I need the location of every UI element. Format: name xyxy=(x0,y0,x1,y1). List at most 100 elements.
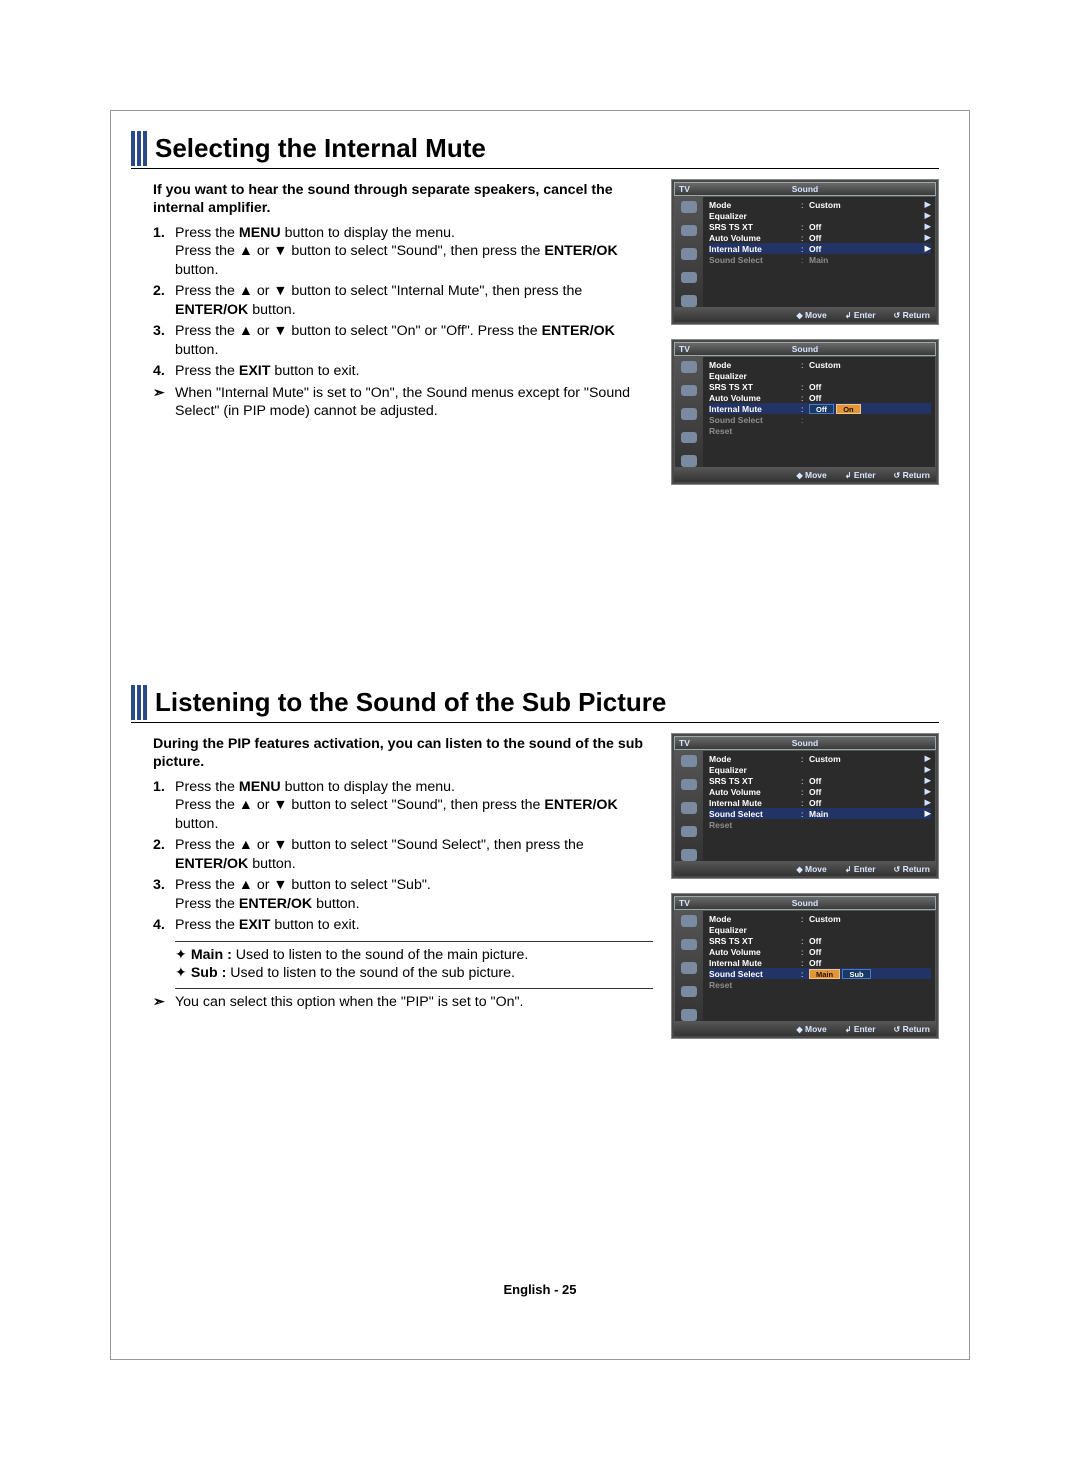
osd-hint-move: ◆ Move xyxy=(797,470,827,480)
osd-row[interactable]: SRS TS XT : Off ▶ xyxy=(709,221,931,232)
step-1: Press the MENU button to display the men… xyxy=(175,224,653,279)
instruction-text: During the PIP features activation, you … xyxy=(131,733,653,1039)
osd-row[interactable]: Mode : Custom xyxy=(709,913,931,924)
heading-accent-bars xyxy=(131,685,147,722)
heading-title: Selecting the Internal Mute xyxy=(155,131,486,168)
note: ➣ You can select this option when the "P… xyxy=(153,993,653,1011)
step-4: Press the EXIT button to exit. xyxy=(175,916,653,934)
osd-titlebar: TV Sound xyxy=(674,736,936,750)
input-icon[interactable] xyxy=(681,849,697,861)
intro-text: During the PIP features activation, you … xyxy=(153,735,653,772)
osd-row[interactable]: Sound Select : Main ▶ xyxy=(709,808,931,819)
main-definition: ✦ Main : Used to listen to the sound of … xyxy=(175,946,653,964)
manual-page: Selecting the Internal Mute If you want … xyxy=(110,110,970,1360)
osd-row[interactable]: Internal Mute : Off ▶ xyxy=(709,243,931,254)
osd-row[interactable]: Internal Mute : Off On xyxy=(709,403,931,414)
osd-hint-move: ◆ Move xyxy=(797,310,827,320)
sound-icon[interactable] xyxy=(681,939,697,951)
osd-tv-label: TV xyxy=(675,738,713,748)
sound-icon[interactable] xyxy=(681,225,697,237)
osd-row[interactable]: Mode : Custom xyxy=(709,359,931,370)
osd-title: Sound xyxy=(713,898,897,908)
channel-icon[interactable] xyxy=(681,962,697,974)
channel-icon[interactable] xyxy=(681,248,697,260)
osd-footer: ◆ Move ↲ Enter ↺ Return xyxy=(674,1022,936,1036)
osd-hint-enter: ↲ Enter xyxy=(845,470,876,480)
osd-titlebar: TV Sound xyxy=(674,342,936,356)
osd-menu-1: TV Sound Mode : Custom ▶ Equalizer ▶ SRS… xyxy=(671,179,939,325)
picture-icon[interactable] xyxy=(681,201,697,213)
osd-row[interactable]: Auto Volume : Off ▶ xyxy=(709,786,931,797)
input-icon[interactable] xyxy=(681,1009,697,1021)
setup-icon[interactable] xyxy=(681,986,697,998)
channel-icon[interactable] xyxy=(681,408,697,420)
osd-option[interactable]: On xyxy=(836,404,860,414)
osd-row-dim: Reset xyxy=(709,819,931,830)
channel-icon[interactable] xyxy=(681,802,697,814)
osd-row[interactable]: Auto Volume : Off xyxy=(709,392,931,403)
instruction-text: If you want to hear the sound through se… xyxy=(131,179,653,485)
note-arrow-icon: ➣ xyxy=(153,384,175,421)
sound-icon[interactable] xyxy=(681,779,697,791)
input-icon[interactable] xyxy=(681,295,697,307)
step-3: Press the ▲ or ▼ button to select "Sub".… xyxy=(175,876,653,913)
osd-titlebar: TV Sound xyxy=(674,896,936,910)
osd-row[interactable]: Internal Mute : Off ▶ xyxy=(709,797,931,808)
osd-row[interactable]: Mode : Custom ▶ xyxy=(709,753,931,764)
osd-row[interactable]: Sound Select : Main Sub xyxy=(709,968,931,979)
osd-row[interactable]: Equalizer ▶ xyxy=(709,210,931,221)
step-3: Press the ▲ or ▼ button to select "On" o… xyxy=(175,322,653,359)
osd-title: Sound xyxy=(713,184,897,194)
setup-icon[interactable] xyxy=(681,272,697,284)
osd-row[interactable]: SRS TS XT : Off xyxy=(709,381,931,392)
osd-row[interactable]: Auto Volume : Off xyxy=(709,946,931,957)
heading: Selecting the Internal Mute xyxy=(131,131,939,169)
osd-menu-2: TV Sound Mode : Custom Equalizer SRS TS … xyxy=(671,893,939,1039)
osd-option[interactable]: Main xyxy=(809,969,840,979)
osd-row-dim: Sound Select: Main xyxy=(709,254,931,265)
osd-title: Sound xyxy=(713,738,897,748)
osd-option[interactable]: Off xyxy=(809,404,834,414)
picture-icon[interactable] xyxy=(681,361,697,373)
heading-title: Listening to the Sound of the Sub Pictur… xyxy=(155,685,666,722)
picture-icon[interactable] xyxy=(681,755,697,767)
step-list: 1. Press the MENU button to display the … xyxy=(153,224,653,381)
osd-category-icons xyxy=(675,751,703,861)
osd-titlebar: TV Sound xyxy=(674,182,936,196)
osd-footer: ◆ Move ↲ Enter ↺ Return xyxy=(674,862,936,876)
osd-hint-return: ↺ Return xyxy=(894,864,930,874)
osd-row[interactable]: SRS TS XT : Off ▶ xyxy=(709,775,931,786)
osd-row[interactable]: Internal Mute : Off xyxy=(709,957,931,968)
osd-tv-label: TV xyxy=(675,344,713,354)
osd-menu-1: TV Sound Mode : Custom ▶ Equalizer ▶ SRS… xyxy=(671,733,939,879)
setup-icon[interactable] xyxy=(681,432,697,444)
osd-row[interactable]: Auto Volume : Off ▶ xyxy=(709,232,931,243)
step-1: Press the MENU button to display the men… xyxy=(175,778,653,833)
osd-category-icons xyxy=(675,357,703,467)
picture-icon[interactable] xyxy=(681,915,697,927)
osd-hint-return: ↺ Return xyxy=(894,470,930,480)
divider xyxy=(175,941,653,942)
osd-hint-move: ◆ Move xyxy=(797,1024,827,1034)
osd-row-dim: Sound Select: xyxy=(709,414,931,425)
osd-row[interactable]: Mode : Custom ▶ xyxy=(709,199,931,210)
osd-row[interactable]: SRS TS XT : Off xyxy=(709,935,931,946)
sub-definition: ✦ Sub : Used to listen to the sound of t… xyxy=(175,964,653,982)
osd-hint-return: ↺ Return xyxy=(894,1024,930,1034)
osd-row[interactable]: Equalizer xyxy=(709,370,931,381)
section-sub-picture-sound: Listening to the Sound of the Sub Pictur… xyxy=(131,685,939,1039)
osd-hint-enter: ↲ Enter xyxy=(845,864,876,874)
input-icon[interactable] xyxy=(681,455,697,467)
osd-category-icons xyxy=(675,911,703,1021)
note: ➣ When "Internal Mute" is set to "On", t… xyxy=(153,384,653,421)
osd-hint-enter: ↲ Enter xyxy=(845,1024,876,1034)
heading-accent-bars xyxy=(131,131,147,168)
osd-category-icons xyxy=(675,197,703,307)
osd-row[interactable]: Equalizer ▶ xyxy=(709,764,931,775)
setup-icon[interactable] xyxy=(681,826,697,838)
osd-option[interactable]: Sub xyxy=(842,969,870,979)
sound-icon[interactable] xyxy=(681,385,697,397)
osd-menu-2: TV Sound Mode : Custom Equalizer SRS TS … xyxy=(671,339,939,485)
osd-row[interactable]: Equalizer xyxy=(709,924,931,935)
step-list: 1. Press the MENU button to display the … xyxy=(153,778,653,935)
